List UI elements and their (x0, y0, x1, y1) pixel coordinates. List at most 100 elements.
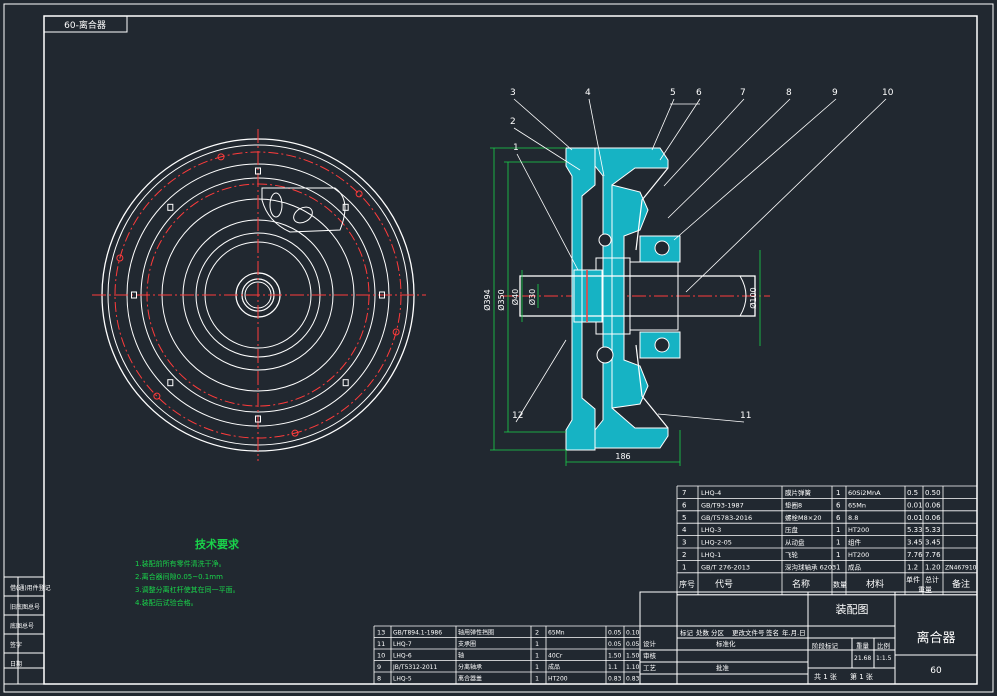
bom-code: LHQ-1 (701, 551, 721, 559)
bom-unit: 0.5 (907, 489, 918, 497)
bom-total: 0.83 (626, 676, 640, 683)
tb-label: 设计 (643, 639, 657, 648)
bom-material: HT200 (548, 676, 568, 683)
tb-label: 更改文件号 (732, 628, 765, 637)
bom-name: 支承圈 (458, 640, 476, 648)
bom-material: 组件 (848, 538, 862, 547)
balloon-9: 9 (832, 88, 838, 98)
bom-qty: 1 (535, 663, 539, 671)
bom-no: 3 (682, 539, 686, 547)
bom-name: 离合器盖 (458, 675, 482, 683)
cad-drawing: 60-离合器 借(通)用件登记旧底图总号底图总号签字日期 Ø394 Ø350 Ø… (3, 3, 994, 693)
tb-label: 标记 (680, 628, 694, 637)
bom-header-code: 代号 (715, 579, 733, 590)
tb-label: 年.月.日 (782, 628, 806, 637)
bom-code: LHQ-6 (393, 653, 412, 660)
bom-name: 膜片弹簧 (785, 488, 812, 497)
left-strip-label: 签字 (10, 641, 22, 649)
spring-coil-1 (269, 192, 283, 218)
balloon-5: 5 (670, 88, 676, 98)
bom-code: LHQ-7 (393, 641, 412, 648)
bom-total: 1.50 (626, 653, 640, 660)
tb-label: 工艺 (643, 664, 657, 672)
bom-unit: 1.1 (608, 664, 618, 671)
balloon-8: 8 (786, 88, 792, 98)
leader-line (515, 339, 567, 423)
bom-total: 1.10 (626, 664, 640, 671)
leader-line (651, 98, 675, 151)
tech-note-item: 4.装配后试验合格。 (135, 598, 198, 607)
bom-total: 0.06 (925, 501, 941, 509)
bom-no: 5 (682, 514, 686, 522)
left-strip-label: 借(通)用件登记 (10, 584, 51, 592)
bom-code: GB/T 276-2013 (701, 563, 750, 571)
bom-code: LHQ-2-05 (701, 539, 732, 547)
bom-header-total: 总计 (925, 575, 939, 584)
tb-label: 比例 (877, 641, 890, 650)
bom-unit: 1.50 (608, 653, 622, 660)
bom-material: HT200 (848, 526, 869, 534)
bom-header-note: 备注 (952, 578, 970, 590)
bom-code: LHQ-4 (701, 489, 721, 497)
bom-header-weight: 重量 (918, 586, 932, 594)
bom-unit: 0.01 (907, 514, 923, 522)
bom-no: 13 (377, 629, 385, 637)
tb-sheet-no: 第 1 张 (850, 672, 873, 681)
tb-label: 审核 (643, 651, 657, 660)
tech-notes-title: 技术要求 (195, 537, 240, 551)
bom-material: 65Mn (848, 501, 866, 509)
hub-flange (573, 269, 603, 323)
balloon-3: 3 (510, 88, 516, 98)
bom-total: 0.05 (626, 641, 640, 648)
bom-no: 6 (682, 501, 687, 509)
bom-header-qty: 数量 (833, 580, 847, 589)
part-leaders: 123 4 5 6 7 8 9 101112 (510, 88, 894, 423)
bom-unit: 3.45 (907, 539, 923, 547)
bom-no: 7 (682, 489, 686, 497)
bom-name: 飞轮 (785, 550, 799, 559)
bom-no: 9 (377, 663, 381, 671)
tech-note-item: 2.离合器间隙0.05~0.1mm (135, 572, 223, 581)
bom-material: HT200 (848, 551, 869, 559)
spring-coil-2 (293, 206, 313, 224)
bom-no: 11 (377, 640, 385, 648)
bearing-ball-bottom (654, 337, 670, 353)
bom-code: GB/T894.1-1986 (393, 630, 442, 637)
section-view (500, 147, 770, 451)
bom-unit: 0.01 (907, 501, 923, 509)
bom-material: 成品 (848, 562, 861, 571)
leader-line (513, 98, 573, 151)
spring-slot (342, 203, 349, 211)
bom-qty: 1 (535, 640, 539, 648)
balloon-12: 12 (512, 411, 523, 421)
bom-qty: 1 (535, 675, 539, 683)
leader-line (685, 98, 887, 293)
tech-note-item: 3.调整分离杠杆使其在同一平面。 (135, 585, 240, 594)
bom-qty: 6 (836, 501, 841, 509)
bom-name: 垫圈8 (785, 500, 802, 509)
dim-shaft-inner: Ø30 (527, 289, 537, 305)
bom-no: 8 (377, 675, 381, 683)
tb-scale-value: 1:1.5 (876, 655, 892, 662)
bom-no: 2 (682, 551, 686, 559)
bom-unit: 0.83 (608, 676, 622, 683)
title-block: 装配图离合器 60 标记 处数 分区 更改文件号 签名 年.月.日设计 标准化审核工艺 批准 阶段标… (639, 591, 978, 685)
leader-line (667, 98, 791, 219)
bom-total: 0.06 (925, 514, 941, 522)
tb-label: 签名 (766, 628, 779, 637)
bom-qty: 1 (836, 539, 840, 547)
left-strip-label: 底图总号 (10, 622, 34, 630)
bearing-ball-top (654, 240, 670, 256)
tb-label: 批准 (716, 663, 730, 672)
tech-note-item: 1.装配前所有零件清洗干净。 (135, 559, 226, 568)
bom-no: 10 (377, 652, 385, 660)
bom-qty: 1 (836, 551, 840, 559)
bom-unit: 0.05 (608, 641, 622, 648)
leader-line (659, 98, 701, 161)
bom-qty: 6 (836, 514, 841, 522)
bom-header-unit: 单件 (906, 575, 920, 584)
tb-drawing-type: 装配图 (836, 603, 869, 616)
bom-total: 5.33 (925, 526, 941, 534)
bom-name: 轴 (458, 652, 464, 660)
front-view (92, 129, 426, 461)
